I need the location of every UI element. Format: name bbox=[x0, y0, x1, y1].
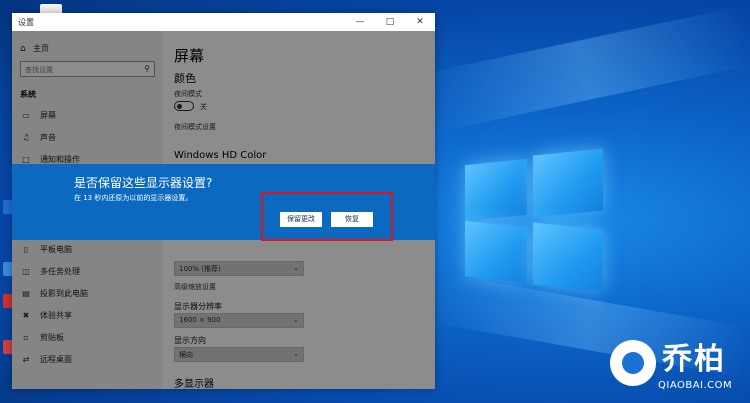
light-beam bbox=[417, 6, 750, 134]
window-title: 设置 bbox=[18, 18, 34, 27]
windows-logo-pane bbox=[465, 220, 527, 284]
highlight-box bbox=[261, 192, 393, 241]
close-icon[interactable]: ✕ bbox=[405, 13, 435, 31]
windows-logo bbox=[465, 148, 605, 293]
windows-logo-pane bbox=[533, 222, 603, 292]
windows-logo-pane bbox=[533, 148, 603, 218]
watermark-en-text: QIAOBAI.COM bbox=[658, 380, 733, 391]
minimize-icon[interactable]: — bbox=[345, 13, 375, 31]
title-bar[interactable]: 设置 — □ ✕ bbox=[12, 13, 435, 31]
dialog-message: 在 13 秒内还原为以前的显示器设置。 bbox=[74, 194, 193, 202]
maximize-icon[interactable]: □ bbox=[375, 13, 405, 31]
windows-logo-pane bbox=[465, 158, 527, 222]
watermark-cn-text: 乔柏 bbox=[662, 342, 726, 377]
site-watermark: 乔柏 QIAOBAI.COM bbox=[610, 340, 745, 396]
dialog-title: 是否保留这些显示器设置? bbox=[74, 176, 213, 190]
watermark-logo-icon bbox=[610, 340, 656, 386]
